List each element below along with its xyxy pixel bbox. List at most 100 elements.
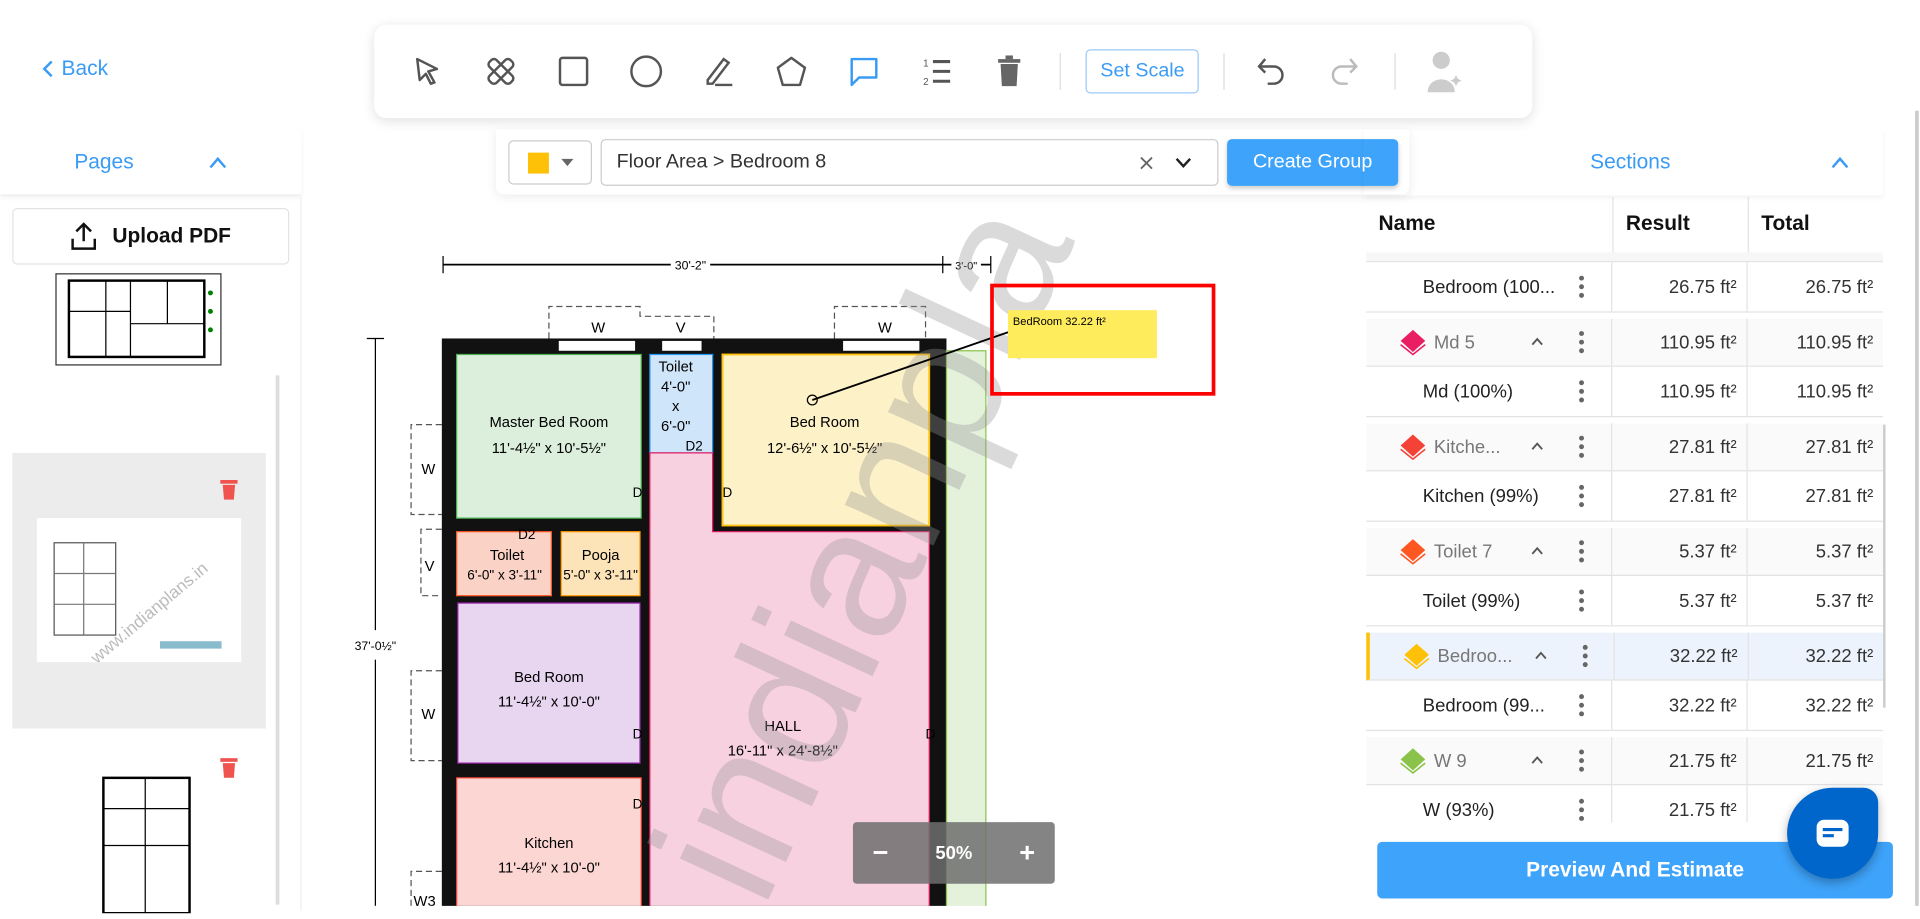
chevron-up-icon[interactable]: [1531, 756, 1543, 765]
upload-pdf-button[interactable]: Upload PDF: [12, 207, 290, 265]
item-name: Bedroom (99...: [1422, 694, 1545, 716]
zoom-in-button[interactable]: +: [1019, 837, 1035, 869]
chevron-down-icon[interactable]: [1175, 157, 1192, 169]
chevron-up-icon[interactable]: [1535, 651, 1547, 660]
section-group-row[interactable]: Md 5 110.95 ft² 110.95 ft²: [1366, 318, 1884, 367]
more-options-icon[interactable]: [1579, 644, 1591, 668]
result-cell: 26.75 ft²: [1612, 262, 1748, 312]
svg-text:Master Bed Room: Master Bed Room: [489, 415, 608, 431]
result-cell: 21.75 ft²: [1612, 737, 1748, 784]
back-link[interactable]: Back: [42, 57, 108, 82]
svg-text:Bed Room: Bed Room: [514, 670, 584, 686]
item-name: Kitchen (99%): [1422, 485, 1539, 507]
page-scrollbar[interactable]: [1915, 110, 1919, 906]
section-item-row[interactable]: Bedroom (100... 26.75 ft² 26.75 ft²: [1366, 262, 1884, 313]
section-group-row[interactable]: W 9 21.75 ft² 21.75 ft²: [1366, 737, 1884, 786]
more-options-icon[interactable]: [1575, 331, 1587, 354]
numbered-list-tool[interactable]: 12: [914, 49, 958, 93]
table-scrollbar[interactable]: [1883, 424, 1886, 708]
pages-title: Pages: [74, 149, 134, 173]
color-swatch: [527, 152, 549, 174]
section-item-row[interactable]: Md (100%) 110.95 ft² 110.95 ft²: [1366, 366, 1884, 418]
section-item-row[interactable]: Bedroom (99... 32.22 ft² 32.22 ft²: [1366, 680, 1884, 732]
undo-button[interactable]: [1250, 49, 1294, 93]
select-tool[interactable]: [406, 49, 450, 93]
section-group-row[interactable]: Bedroo... 32.22 ft² 32.22 ft²: [1366, 632, 1884, 681]
polygon-tool[interactable]: [769, 49, 813, 93]
sections-header[interactable]: Sections: [1364, 129, 1883, 195]
total-cell: 32.22 ft²: [1805, 645, 1874, 667]
delete-tool[interactable]: [987, 49, 1031, 93]
comment-tool[interactable]: [842, 49, 886, 93]
section-item-row[interactable]: Toilet (99%) 5.37 ft² 5.37 ft²: [1366, 575, 1884, 627]
more-options-icon[interactable]: [1575, 484, 1587, 508]
section-item-row[interactable]: Kitchen (99%) 27.81 ft² 27.81 ft²: [1366, 471, 1884, 522]
svg-text:4'-0": 4'-0": [661, 379, 690, 395]
chevron-up-icon[interactable]: [1830, 156, 1850, 169]
more-options-icon[interactable]: [1575, 435, 1587, 458]
color-picker[interactable]: [508, 140, 592, 185]
measure-tool[interactable]: [479, 49, 523, 93]
delete-page-icon[interactable]: [219, 478, 239, 500]
more-options-icon[interactable]: [1575, 275, 1587, 298]
floor-plan-thumbnail: [102, 776, 191, 915]
room-bedroom-2[interactable]: Bed Room 11'-4½" x 10'-0": [457, 602, 641, 764]
svg-text:Pooja: Pooja: [582, 548, 621, 564]
section-group-row[interactable]: Kitche... 27.81 ft² 27.81 ft²: [1366, 423, 1884, 472]
ai-assistant-button[interactable]: [1421, 49, 1465, 93]
svg-text:D: D: [722, 485, 732, 500]
more-options-icon[interactable]: [1575, 694, 1587, 717]
filter-bar: Floor Area > Bedroom 8 Create Group: [495, 129, 1410, 195]
circle-tool[interactable]: [624, 49, 668, 93]
more-options-icon[interactable]: [1575, 380, 1587, 403]
section-group-row[interactable]: Toilet 7 5.37 ft² 5.37 ft²: [1366, 527, 1884, 576]
pencil-icon: [706, 57, 733, 87]
page-thumbnail-3[interactable]: [86, 771, 210, 915]
svg-text:11'-4½" x 10'-0": 11'-4½" x 10'-0": [498, 861, 600, 877]
pencil-tool[interactable]: [697, 49, 741, 93]
rectangle-tool[interactable]: [551, 49, 595, 93]
pages-scrollbar[interactable]: [275, 375, 280, 905]
room-master-bedroom[interactable]: Master Bed Room 11'-4½" x 10'-5½": [455, 353, 642, 519]
redo-button[interactable]: [1322, 49, 1366, 93]
chevron-up-icon[interactable]: [207, 156, 227, 168]
svg-text:37'-0½": 37'-0½": [355, 639, 397, 653]
result-cell: 5.37 ft²: [1612, 527, 1748, 575]
result-cell: 110.95 ft²: [1612, 366, 1748, 416]
room-pooja[interactable]: Pooja 5'-0" x 3'-11": [560, 531, 641, 597]
name-cell: Bedroom (99...: [1366, 680, 1613, 730]
section-select[interactable]: Floor Area > Bedroom 8: [600, 139, 1219, 186]
result-cell: 32.22 ft²: [1614, 632, 1749, 680]
room-toilet-top[interactable]: Toilet 4'-0" x 6'-0": [649, 353, 714, 454]
chat-button[interactable]: [1787, 787, 1879, 879]
name-cell: Md (100%): [1366, 366, 1613, 416]
floor-plan-thumbnail: [67, 279, 213, 359]
cursor-icon: [415, 57, 439, 85]
page-item[interactable]: [12, 729, 266, 915]
item-name: Bedroom (100...: [1422, 276, 1556, 298]
sections-title: Sections: [1590, 150, 1671, 174]
chevron-up-icon[interactable]: [1531, 442, 1543, 451]
ruler-pencil-icon: [487, 57, 515, 86]
more-options-icon[interactable]: [1575, 749, 1587, 772]
set-scale-button[interactable]: Set Scale: [1085, 49, 1200, 94]
zoom-out-button[interactable]: −: [873, 837, 889, 869]
page-item-selected[interactable]: www.indianplans.in: [12, 452, 266, 729]
clear-icon[interactable]: [1140, 156, 1154, 170]
room-toilet[interactable]: Toilet 6'-0" x 3'-11" D2: [455, 527, 552, 597]
more-options-icon[interactable]: [1575, 798, 1587, 821]
total-cell: 32.22 ft²: [1805, 694, 1874, 716]
upload-label: Upload PDF: [112, 223, 231, 248]
delete-page-icon[interactable]: [219, 756, 239, 778]
chevron-up-icon[interactable]: [1531, 337, 1543, 346]
chevron-up-icon[interactable]: [1531, 546, 1543, 555]
group-name: Kitche...: [1433, 436, 1501, 458]
name-cell: Kitche...: [1366, 423, 1613, 471]
pages-header[interactable]: Pages: [0, 129, 302, 196]
plan-canvas[interactable]: 30'-2" 3'-0" 37'-0½" WVW WVWW3 WWW Maste…: [303, 196, 1361, 906]
more-options-icon[interactable]: [1575, 589, 1587, 612]
result-cell: 27.81 ft²: [1612, 471, 1748, 521]
page-thumbnail-2[interactable]: www.indianplans.in: [36, 518, 242, 668]
more-options-icon[interactable]: [1575, 540, 1587, 563]
page-thumbnail-1[interactable]: [55, 273, 222, 366]
